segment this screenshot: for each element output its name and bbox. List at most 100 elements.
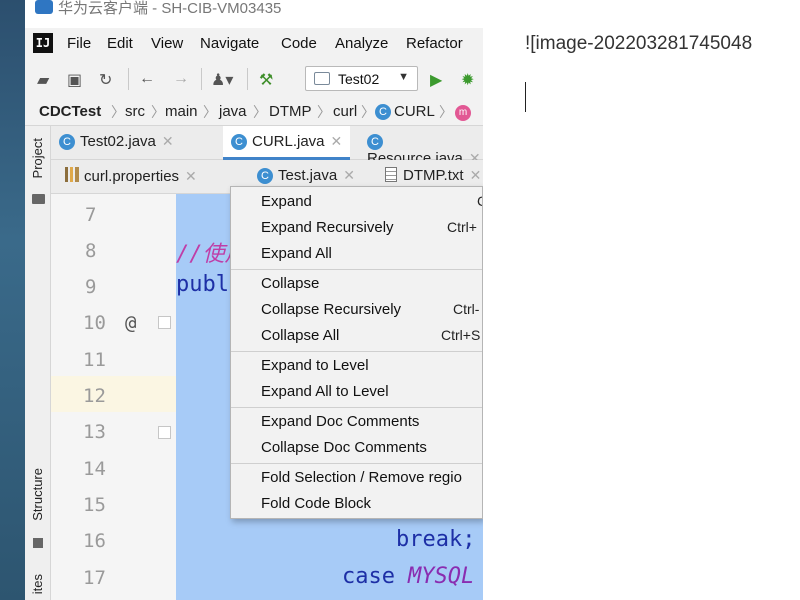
menu-item-fold-code-block[interactable]: Fold Code Block xyxy=(231,491,482,517)
close-icon[interactable]: ✕ xyxy=(343,167,355,183)
left-tool-strip: Project Structure ites xyxy=(25,126,51,600)
structure-tool-tab[interactable]: Structure xyxy=(30,468,45,521)
menu-view[interactable]: View xyxy=(151,35,183,52)
tab-curl-java[interactable]: C CURL.java ✕ xyxy=(223,126,351,160)
toolbar-separator xyxy=(128,68,129,90)
fold-toggle-icon[interactable] xyxy=(158,316,171,329)
breadcrumb-main[interactable]: main xyxy=(165,103,198,120)
menu-code[interactable]: Code xyxy=(281,35,317,52)
menu-edit[interactable]: Edit xyxy=(107,35,133,52)
menu-item-label: Expand to Level xyxy=(261,357,369,374)
back-arrow-icon[interactable]: ← xyxy=(139,70,155,88)
breadcrumb-dtmp[interactable]: DTMP xyxy=(269,103,312,120)
class-icon: C xyxy=(59,134,75,150)
forward-arrow-icon[interactable]: → xyxy=(173,70,189,88)
menu-item-label: Expand All to Level xyxy=(261,383,389,400)
menu-analyze[interactable]: Analyze xyxy=(335,35,388,52)
line-number: 9 xyxy=(85,276,97,298)
menu-item-label: Collapse Doc Comments xyxy=(261,439,427,456)
close-icon[interactable]: ✕ xyxy=(185,168,197,184)
debug-icon[interactable]: ✹ xyxy=(461,70,474,90)
breadcrumb-project[interactable]: CDCTest xyxy=(39,103,101,120)
run-config-select[interactable]: Test02 ▼ xyxy=(305,66,418,91)
close-icon[interactable]: ✕ xyxy=(162,133,174,149)
config-icon xyxy=(314,72,330,85)
class-icon: C xyxy=(375,104,391,120)
menu-item-shortcut: Ctrl+ xyxy=(447,219,477,235)
tab-label: CURL.java xyxy=(252,133,325,150)
line-number: 7 xyxy=(85,204,97,226)
structure-icon[interactable] xyxy=(33,538,43,548)
intellij-logo-icon: IJ xyxy=(33,33,53,53)
window-title: 华为云客户端 - SH-CIB-VM03435 xyxy=(58,0,282,17)
folding-context-menu: ExpandC Expand Recursively Ctrl+ Expand A… xyxy=(230,186,483,519)
line-number: 12 xyxy=(83,385,106,407)
breadcrumb-src[interactable]: src xyxy=(125,103,145,120)
tab-resource-java[interactable]: CResource.java ✕ xyxy=(367,126,483,167)
menu-navigate[interactable]: Navigate xyxy=(200,35,259,52)
tab-label: Test02.java xyxy=(80,133,156,150)
menu-refactor[interactable]: Refactor xyxy=(406,35,463,52)
code-keyword: case xyxy=(342,564,395,589)
tab-curl-properties[interactable]: curl.properties ✕ xyxy=(65,160,197,194)
line-number: 16 xyxy=(83,530,106,552)
menu-item-label: Fold Selection / Remove regio xyxy=(261,469,462,486)
markdown-editor[interactable]: ![image-202203281745048 xyxy=(483,0,800,600)
breadcrumb-class[interactable]: C CURL xyxy=(375,103,435,120)
main-toolbar: ▰ ▣ ↻ ← → ♟▾ ⚒ Test02 ▼ ▶ ✹ xyxy=(25,60,483,98)
menu-item-expand-to-level[interactable]: Expand to Level xyxy=(231,353,482,379)
breadcrumb-java[interactable]: java xyxy=(219,103,247,120)
folder-icon[interactable] xyxy=(32,194,45,204)
tab-label: DTMP.txt xyxy=(403,167,464,184)
run-icon[interactable]: ▶ xyxy=(430,70,442,90)
save-icon[interactable]: ▣ xyxy=(67,70,82,90)
breadcrumb-separator: 〉 xyxy=(317,104,331,120)
class-icon: C xyxy=(257,168,273,184)
close-icon[interactable]: ✕ xyxy=(331,133,343,149)
app-cloud-icon xyxy=(35,0,53,14)
favorites-tool-tab[interactable]: ites xyxy=(30,574,45,594)
build-hammer-icon[interactable]: ⚒ xyxy=(259,70,273,90)
menu-item-expand-recursively[interactable]: Expand Recursively Ctrl+ xyxy=(231,215,482,241)
menu-item-collapse[interactable]: Collapse xyxy=(231,271,482,297)
menu-item-label: Collapse Recursively xyxy=(261,301,402,318)
override-marker-icon[interactable]: @ xyxy=(125,312,136,334)
menu-item-collapse-all[interactable]: Collapse All Ctrl+S xyxy=(231,323,482,349)
open-folder-icon[interactable]: ▰ xyxy=(37,70,49,90)
menu-file[interactable]: File xyxy=(67,35,91,52)
user-dropdown-icon[interactable]: ♟▾ xyxy=(211,70,233,90)
menu-item-fold-selection[interactable]: Fold Selection / Remove regio xyxy=(231,465,482,491)
editor-tab-row-1: C Test02.java ✕ C CURL.java ✕ CResource.java… xyxy=(51,126,483,167)
sync-icon[interactable]: ↻ xyxy=(99,70,112,90)
breadcrumb: CDCTest 〉 src 〉 main 〉 java 〉 DTMP 〉 cur… xyxy=(25,98,483,138)
menu-item-expand[interactable]: ExpandC xyxy=(231,189,482,215)
breadcrumb-separator: 〉 xyxy=(439,104,453,120)
menu-item-collapse-recursively[interactable]: Collapse Recursively Ctrl- xyxy=(231,297,482,323)
menu-bar: IJ File Edit View Navigate Code Analyze … xyxy=(25,28,483,60)
desktop-background xyxy=(0,0,25,600)
breadcrumb-separator: 〉 xyxy=(111,104,125,120)
breadcrumb-separator: 〉 xyxy=(151,104,165,120)
menu-item-expand-all-to-level[interactable]: Expand All to Level xyxy=(231,379,482,405)
fold-toggle-icon[interactable] xyxy=(158,426,171,439)
menu-item-shortcut: Ctrl- xyxy=(453,301,480,317)
line-number: 17 xyxy=(83,567,106,589)
class-icon: C xyxy=(367,134,383,150)
breadcrumb-separator: 〉 xyxy=(203,104,217,120)
menu-item-label: Expand Doc Comments xyxy=(261,413,420,430)
project-tool-tab[interactable]: Project xyxy=(30,138,45,178)
image-link-text: ![image-202203281745048 xyxy=(525,33,753,54)
menu-item-expand-doc-comments[interactable]: Expand Doc Comments xyxy=(231,409,482,435)
tab-test02-java[interactable]: C Test02.java ✕ xyxy=(59,126,174,160)
line-number: 13 xyxy=(83,421,106,443)
run-config-label: Test02 xyxy=(338,71,380,87)
menu-item-label: Expand All xyxy=(261,245,332,262)
menu-separator xyxy=(231,269,482,270)
menu-item-expand-all[interactable]: Expand All xyxy=(231,241,482,267)
line-number: 10 xyxy=(83,312,106,334)
tab-label: Test.java xyxy=(278,167,338,184)
breadcrumb-curl[interactable]: curl xyxy=(333,103,357,120)
menu-item-collapse-doc-comments[interactable]: Collapse Doc Comments xyxy=(231,435,482,461)
menu-item-shortcut: Ctrl+S xyxy=(441,327,481,343)
close-icon[interactable]: ✕ xyxy=(470,167,482,183)
